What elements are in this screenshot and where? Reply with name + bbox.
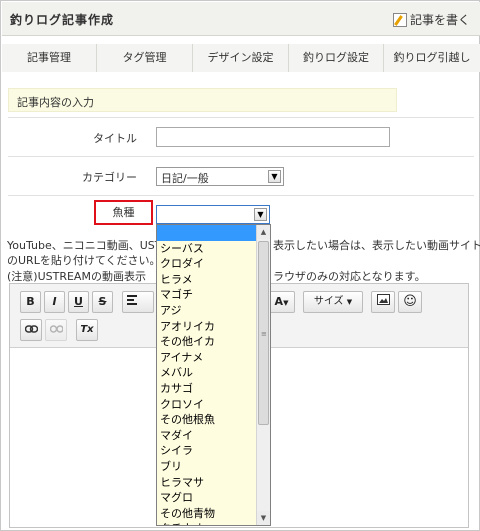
chevron-down-icon: ▼ (283, 299, 289, 307)
chevron-down-icon: ▼ (268, 170, 281, 183)
fish-option[interactable]: メバル (157, 365, 270, 381)
app-title: 釣りログ記事作成 (10, 13, 115, 27)
fish-option[interactable]: ヒラマサ (157, 475, 270, 491)
divider (8, 117, 474, 118)
unlink-button[interactable] (45, 319, 67, 341)
tab-log-move[interactable]: 釣りログ引越し (384, 44, 480, 72)
tab-article-manage[interactable]: 記事管理 (2, 44, 97, 72)
scroll-up-icon[interactable]: ▲ (257, 225, 270, 239)
chevron-down-icon: ▼ (254, 208, 267, 221)
fish-option[interactable]: クロダイ (157, 256, 270, 272)
link-icon (24, 325, 38, 333)
fish-option[interactable]: タチウオ (157, 521, 270, 525)
scroll-down-icon[interactable]: ▼ (257, 511, 270, 525)
fish-option[interactable]: マゴチ (157, 287, 270, 303)
tab-tag-manage[interactable]: タグ管理 (97, 44, 193, 72)
fish-option[interactable]: シーバス (157, 241, 270, 257)
bold-button[interactable]: B (20, 291, 41, 313)
strike-button[interactable]: S (92, 291, 113, 313)
tab-log-settings[interactable]: 釣りログ設定 (289, 44, 384, 72)
scrollbar[interactable]: ▲ ≡ ▼ (256, 225, 270, 525)
scroll-thumb[interactable]: ≡ (258, 241, 269, 425)
title-input[interactable] (156, 127, 390, 147)
fish-option[interactable]: シイラ (157, 443, 270, 459)
fish-option[interactable]: ヒラメ (157, 272, 270, 288)
image-icon (376, 294, 390, 305)
fish-options: シーバス クロダイ ヒラメ マゴチ アジ アオリイカ その他イカ アイナメ メバル カサゴ クロソイ… (157, 225, 270, 525)
divider (8, 195, 474, 196)
fish-option[interactable]: ブリ (157, 459, 270, 475)
category-select[interactable]: 日記/一般 ▼ (156, 167, 284, 186)
fish-option[interactable]: その他イカ (157, 334, 270, 350)
category-value: 日記/一般 (161, 172, 209, 185)
link-button[interactable] (20, 319, 42, 341)
fish-option[interactable] (157, 225, 270, 241)
align-left-icon (127, 295, 137, 305)
tab-design-settings[interactable]: デザイン設定 (193, 44, 289, 72)
font-size-select[interactable]: サイズ ▼ (303, 291, 363, 313)
emoji-button[interactable]: ☺ (398, 291, 422, 313)
font-size-label: サイズ (313, 296, 344, 307)
text-color-label: A (274, 295, 284, 308)
fish-option[interactable]: クロソイ (157, 397, 270, 413)
window: 釣りログ記事作成 記事を書く 記事管理 タグ管理 デザイン設定 釣りログ設定 釣… (0, 0, 480, 531)
write-article-link[interactable]: 記事を書く (392, 11, 470, 28)
write-article-label: 記事を書く (409, 13, 470, 27)
header-bar: 釣りログ記事作成 記事を書く (2, 2, 480, 36)
italic-button[interactable]: I (44, 291, 65, 313)
fish-option[interactable]: カサゴ (157, 381, 270, 397)
fish-label: 魚種 (94, 200, 153, 225)
fish-option[interactable]: アジ (157, 303, 270, 319)
text-color-button[interactable]: A▼ (268, 291, 295, 313)
fish-option[interactable]: マダイ (157, 428, 270, 444)
note-line-2: のURLを貼り付けてください。 (7, 254, 161, 267)
note-line-1-left: YouTube、ニコニコ動画、USTR (7, 239, 170, 252)
nav-tabs: 記事管理 タグ管理 デザイン設定 釣りログ設定 釣りログ引越し (2, 44, 480, 72)
align-left-button[interactable] (122, 291, 154, 313)
fish-option[interactable]: その他根魚 (157, 412, 270, 428)
insert-image-button[interactable] (371, 291, 395, 313)
pencil-icon (392, 12, 407, 27)
fish-option[interactable]: その他青物 (157, 506, 270, 522)
underline-button[interactable]: U (68, 291, 89, 313)
note-line-3-left: (注意)USTREAMの動画表示 (7, 270, 146, 283)
fish-select[interactable]: ▼ (156, 205, 270, 224)
divider (8, 156, 474, 157)
chevron-down-icon: ▼ (346, 298, 353, 306)
fish-dropdown-list: シーバス クロダイ ヒラメ マゴチ アジ アオリイカ その他イカ アイナメ メバル カサゴ クロソイ… (156, 224, 271, 526)
fish-option[interactable]: アオリイカ (157, 319, 270, 335)
fish-option[interactable]: マグロ (157, 490, 270, 506)
unlink-icon (49, 325, 64, 333)
title-label: タイトル (93, 132, 137, 145)
smiley-icon: ☺ (403, 294, 417, 309)
category-label: カテゴリー (82, 171, 137, 184)
grip-icon: ≡ (261, 330, 267, 338)
note-line-1-right: 表示したい場合は、表示したい動画サイト (273, 239, 480, 252)
fish-option[interactable]: アイナメ (157, 350, 270, 366)
section-title: 記事内容の入力 (8, 88, 397, 112)
note-line-3-right: ラウザのみの対応となります。 (273, 270, 426, 283)
remove-format-button[interactable]: Tx (76, 319, 98, 341)
